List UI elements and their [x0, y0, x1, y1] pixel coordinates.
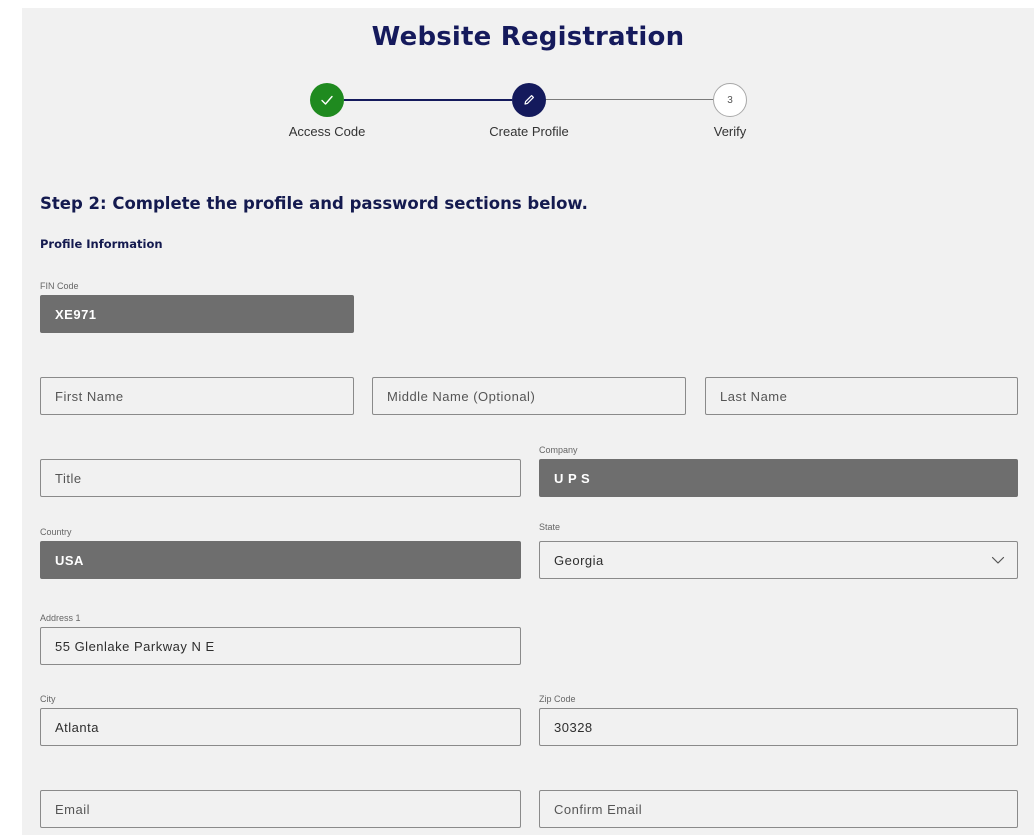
address1-input[interactable]: 55 Glenlake Parkway N E: [40, 627, 521, 665]
chevron-down-icon: [991, 555, 1005, 565]
fin-code-label: FIN Code: [40, 281, 79, 291]
last-name-input[interactable]: Last Name: [705, 377, 1018, 415]
state-select[interactable]: Georgia: [539, 541, 1018, 579]
first-name-placeholder: First Name: [55, 388, 124, 404]
step-complete-circle: [310, 83, 344, 117]
fin-code-value: XE971: [55, 306, 97, 322]
fin-code-field: XE971: [40, 295, 354, 333]
pencil-icon: [522, 93, 536, 107]
checkmark-icon: [319, 92, 335, 108]
progress-stepper: 3 Access Code Create Profile Verify: [22, 8, 1034, 158]
profile-information-heading: Profile Information: [40, 237, 163, 251]
stepper-line-complete: [344, 99, 512, 101]
step-pending-circle: 3: [713, 83, 747, 117]
confirm-email-input[interactable]: Confirm Email: [539, 790, 1018, 828]
middle-name-placeholder: Middle Name (Optional): [387, 388, 536, 404]
step-label-create-profile: Create Profile: [489, 124, 569, 139]
company-field: U P S: [539, 459, 1018, 497]
state-label: State: [539, 522, 561, 532]
title-placeholder: Title: [55, 470, 82, 486]
confirm-email-placeholder: Confirm Email: [554, 801, 643, 817]
title-input[interactable]: Title: [40, 459, 521, 497]
last-name-placeholder: Last Name: [720, 388, 788, 404]
city-label: City: [40, 694, 56, 704]
zip-code-value: 30328: [554, 719, 593, 735]
registration-page: Website Registration 3 Access Code Creat…: [22, 8, 1034, 835]
step-label-access-code: Access Code: [288, 124, 366, 139]
middle-name-input[interactable]: Middle Name (Optional): [372, 377, 686, 415]
city-value: Atlanta: [55, 719, 99, 735]
state-value: Georgia: [554, 552, 604, 568]
company-label: Company: [539, 445, 578, 455]
step-heading: Step 2: Complete the profile and passwor…: [40, 194, 588, 213]
step-current-circle: [512, 83, 546, 117]
email-placeholder: Email: [55, 801, 91, 817]
company-value: U P S: [554, 470, 591, 486]
email-input[interactable]: Email: [40, 790, 521, 828]
zip-code-label: Zip Code: [539, 694, 576, 704]
country-label: Country: [40, 527, 72, 537]
zip-code-input[interactable]: 30328: [539, 708, 1018, 746]
address1-value: 55 Glenlake Parkway N E: [55, 638, 215, 654]
first-name-input[interactable]: First Name: [40, 377, 354, 415]
country-field: USA: [40, 541, 521, 579]
address1-label: Address 1: [40, 613, 81, 623]
step-label-verify: Verify: [713, 124, 747, 139]
country-value: USA: [55, 552, 84, 568]
city-input[interactable]: Atlanta: [40, 708, 521, 746]
stepper-line-pending: [545, 99, 713, 100]
